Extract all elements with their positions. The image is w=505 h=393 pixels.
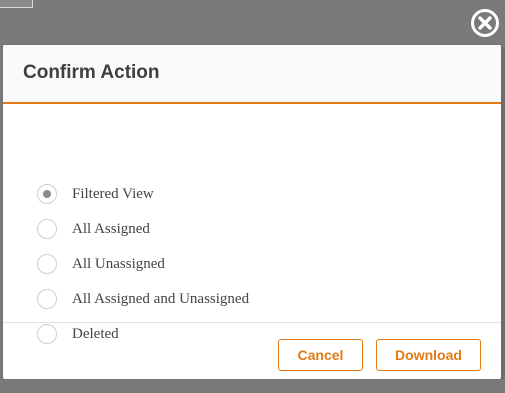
dialog-footer: Cancel Download [3,323,501,379]
option-label: All Assigned and Unassigned [72,290,250,307]
cancel-button[interactable]: Cancel [278,339,363,371]
radio-button-icon[interactable] [37,184,57,204]
dialog-title: Confirm Action [23,62,160,83]
dialog-body: Filtered View All Assigned All Unassigne… [3,104,501,344]
option-label: All Unassigned [72,255,165,272]
option-all-assigned[interactable]: All Assigned [37,218,150,240]
option-filtered-view[interactable]: Filtered View [37,183,154,205]
radio-button-icon[interactable] [37,289,57,309]
download-button[interactable]: Download [376,339,481,371]
radio-button-icon[interactable] [37,219,57,239]
option-all-unassigned[interactable]: All Unassigned [37,253,165,275]
option-all-assigned-and-unassigned[interactable]: All Assigned and Unassigned [37,288,249,310]
dialog-header: Confirm Action [3,45,501,104]
confirm-action-dialog: Confirm Action Filtered View All Assigne… [3,45,501,379]
radio-button-icon[interactable] [37,254,57,274]
close-icon[interactable] [470,8,500,38]
radio-selected-dot [43,190,51,198]
option-label: Filtered View [72,185,154,202]
background-panel-fragment [0,0,33,8]
option-label: All Assigned [72,220,150,237]
